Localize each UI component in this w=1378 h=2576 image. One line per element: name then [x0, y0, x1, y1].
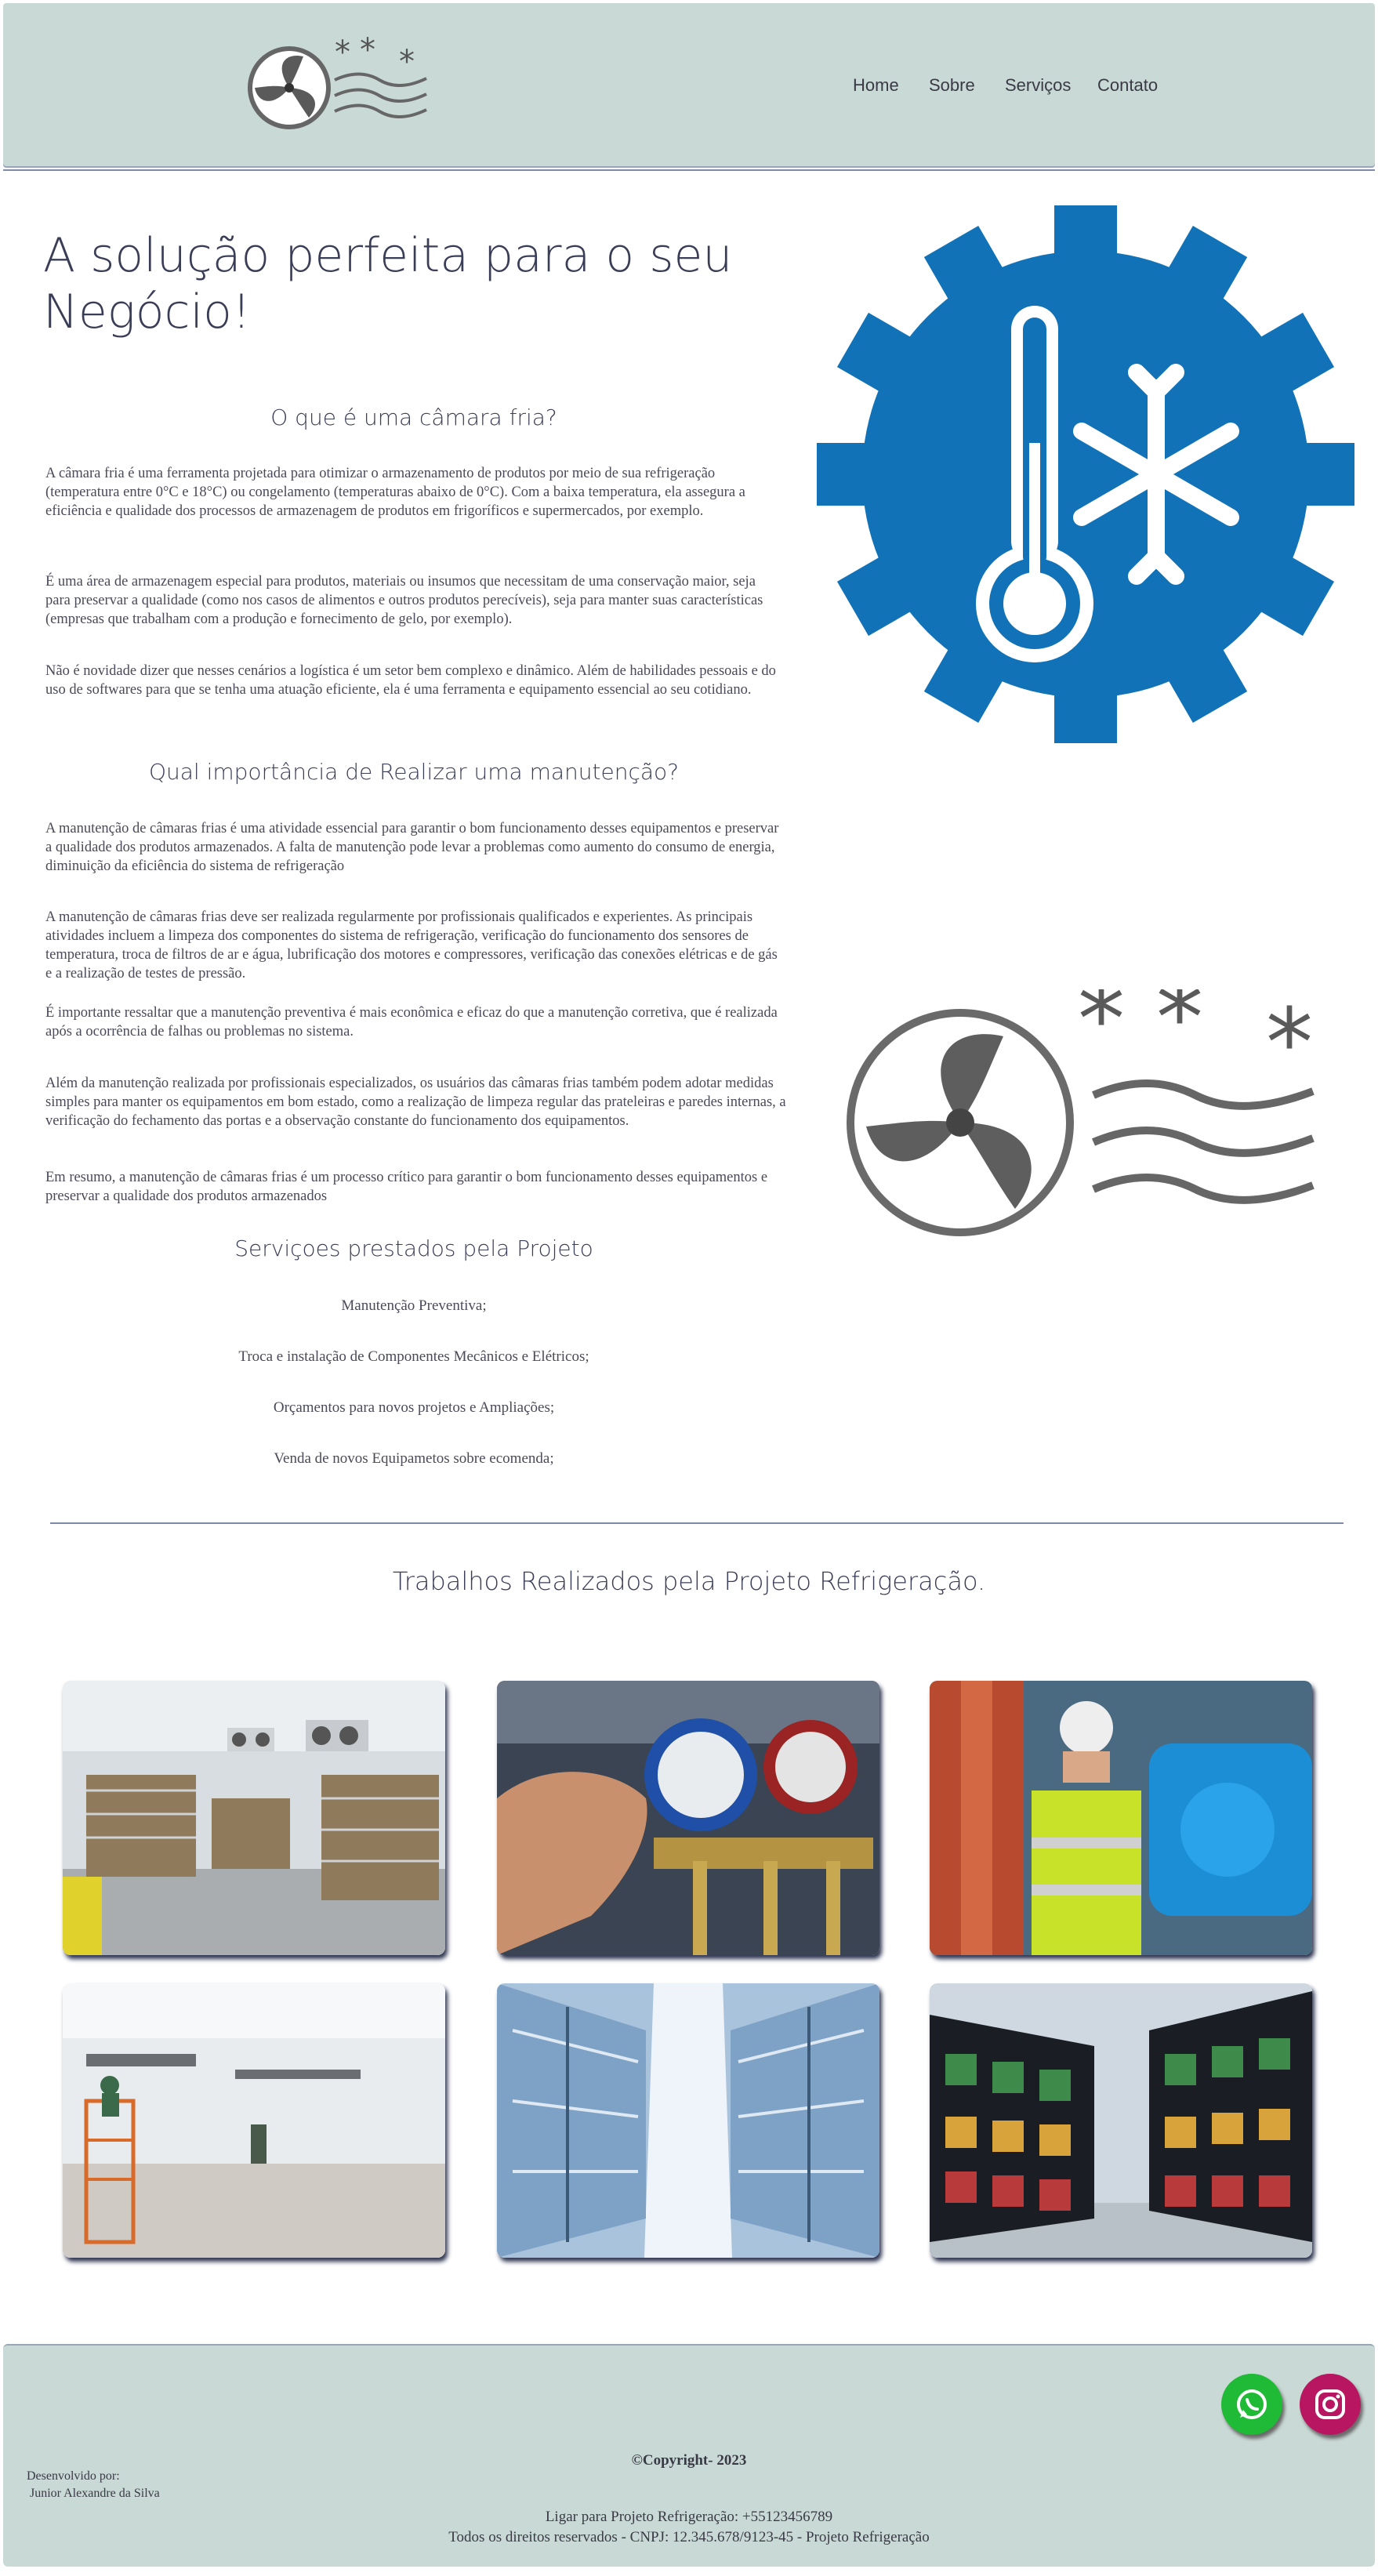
paragraph-6: É importante ressaltar que a manutenção …: [45, 1005, 778, 1039]
cold-room-installation-photo[interactable]: [63, 1983, 445, 2258]
copyright-text: ©Copyright- 2023: [631, 2452, 747, 2469]
display-refrigerators-photo[interactable]: [930, 1983, 1312, 2258]
svg-text:*: *: [399, 44, 415, 80]
paragraph-5: A manutenção de câmaras frias deve ser r…: [45, 909, 778, 981]
svg-text:*: *: [1078, 989, 1125, 1075]
site-footer: ©Copyright- 2023 Desenvolvido por: Junio…: [3, 2344, 1375, 2567]
service-item: Venda de novos Equipametos sobre ecomend…: [274, 1450, 554, 1467]
instagram-icon: [1315, 2389, 1345, 2419]
gallery-title: Trabalhos Realizados pela Projeto Refrig…: [392, 1566, 986, 1596]
paragraph-1: A câmara fria é uma ferramenta projetada…: [45, 466, 745, 519]
service-item: Manutenção Preventiva;: [341, 1297, 487, 1314]
svg-text:*: *: [1156, 989, 1203, 1073]
cold-storage-corridor-photo[interactable]: [497, 1983, 879, 2258]
nav-contato[interactable]: Contato: [1097, 75, 1158, 96]
nav-servicos[interactable]: Serviços: [1005, 75, 1071, 96]
svg-text:*: *: [360, 33, 375, 68]
paragraph-8: Em resumo, a manutenção de câmaras frias…: [45, 1170, 768, 1204]
fan-snowflake-logo[interactable]: * * *: [242, 33, 430, 135]
svg-text:*: *: [335, 34, 350, 71]
service-item: Orçamentos para novos projetos e Ampliaç…: [273, 1399, 555, 1416]
service-item: Troca e instalação de Componentes Mecâni…: [238, 1348, 589, 1365]
nav-sobre[interactable]: Sobre: [929, 75, 975, 96]
paragraph-4: A manutenção de câmaras frias é uma ativ…: [45, 821, 779, 874]
hero-title-line2: Negócio!: [43, 285, 251, 339]
question-manutencao: Qual importância de Realizar uma manuten…: [148, 759, 680, 785]
developer-label: Desenvolvido por:: [27, 2469, 120, 2483]
site-header: * * * Home Sobre Serviços Contato: [3, 3, 1375, 166]
instagram-button[interactable]: [1300, 2374, 1361, 2435]
hero-title: A solução perfeita para o seu Negócio!: [43, 227, 732, 340]
paragraph-7: Além da manutenção realizada por profiss…: [45, 1076, 786, 1129]
section-divider: [50, 1522, 1344, 1524]
header-divider: [3, 169, 1375, 171]
nav-home[interactable]: Home: [853, 75, 899, 96]
paragraph-3: Não é novidade dizer que nesses cenários…: [45, 663, 776, 698]
pressure-gauges-photo[interactable]: [497, 1681, 879, 1955]
developer-name: Junior Alexandre da Silva: [30, 2487, 160, 2500]
hero-title-line1: A solução perfeita para o seu: [43, 228, 733, 283]
question-camara-fria: O que é uma câmara fria?: [270, 405, 557, 430]
paragraph-2: É uma área de armazenagem especial para …: [45, 574, 763, 627]
fan-snowflake-illustration: * * *: [847, 989, 1315, 1236]
technician-pumps-photo[interactable]: [930, 1681, 1312, 1955]
svg-text:*: *: [1266, 989, 1313, 1098]
thermometer-gear-image: [817, 205, 1354, 743]
rights-text: Todos os direitos reservados - CNPJ: 12.…: [448, 2529, 930, 2545]
cold-room-shelves-photo[interactable]: [63, 1681, 445, 1955]
whatsapp-icon: [1237, 2389, 1267, 2419]
phone-text: Ligar para Projeto Refrigeração: +551234…: [545, 2509, 833, 2525]
services-title: Serviçoes prestados pela Projeto: [234, 1235, 593, 1261]
whatsapp-button[interactable]: [1221, 2374, 1282, 2435]
